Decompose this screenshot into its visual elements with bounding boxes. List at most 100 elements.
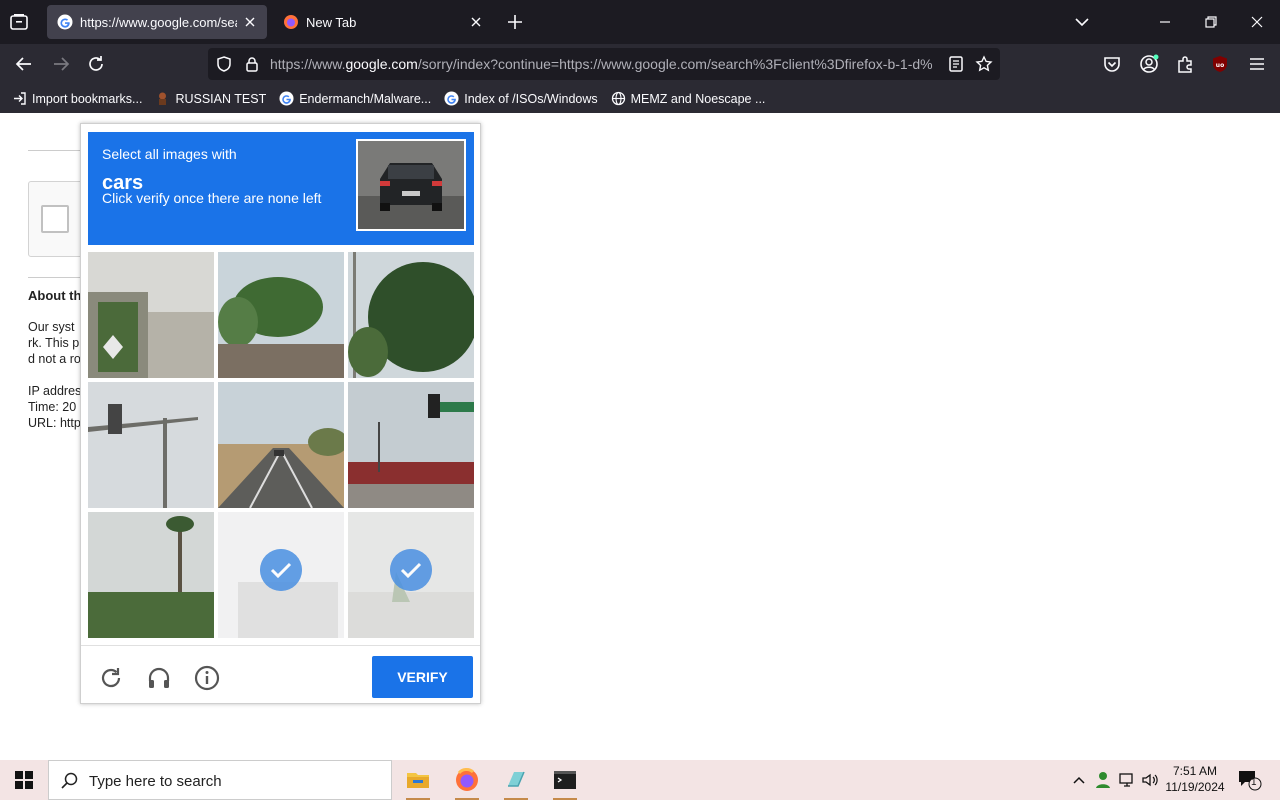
notification-count: 1 bbox=[1251, 777, 1257, 788]
page-text-line: d not a ro bbox=[28, 352, 81, 366]
forward-icon[interactable] bbox=[50, 53, 72, 75]
close-tab-icon[interactable] bbox=[469, 15, 483, 29]
taskbar-search[interactable]: Type here to search bbox=[48, 760, 392, 800]
tab-bar: https://www.google.com/search New Tab bbox=[0, 0, 1280, 44]
verify-button[interactable]: VERIFY bbox=[372, 656, 473, 698]
account-icon[interactable] bbox=[1138, 53, 1160, 75]
url-prefix: https://www. bbox=[270, 56, 346, 72]
divider bbox=[28, 277, 88, 278]
about-heading: About th bbox=[28, 288, 82, 303]
folder-icon bbox=[407, 773, 429, 788]
image-tile[interactable] bbox=[88, 512, 214, 638]
image-grid bbox=[88, 252, 474, 638]
clock-date: 11/19/2024 bbox=[1165, 780, 1225, 794]
bookmark-star-icon[interactable] bbox=[975, 55, 993, 73]
figure-icon bbox=[159, 92, 167, 105]
checkmark-icon bbox=[390, 549, 432, 591]
recaptcha-challenge: Select all images with cars Click verify… bbox=[80, 123, 481, 704]
close-tab-icon[interactable] bbox=[243, 15, 257, 29]
search-icon bbox=[61, 772, 78, 789]
image-tile[interactable] bbox=[218, 382, 344, 508]
taskbar-firefox[interactable] bbox=[451, 764, 483, 800]
bookmark-import[interactable]: Import bookmarks... bbox=[12, 91, 142, 106]
taskbar-clock[interactable]: 7:51 AM 11/19/2024 bbox=[1163, 763, 1227, 795]
bookmark-label: Endermanch/Malware... bbox=[299, 91, 432, 106]
lock-icon[interactable] bbox=[243, 55, 261, 73]
page-text-line: Time: 20 bbox=[28, 400, 77, 414]
bookmark-isos-windows[interactable]: Index of /ISOs/Windows bbox=[444, 91, 598, 106]
bookmark-endermanch-malware[interactable]: Endermanch/Malware... bbox=[279, 91, 431, 106]
audio-challenge-icon[interactable] bbox=[146, 665, 172, 691]
clock-time: 7:51 AM bbox=[1172, 764, 1218, 778]
tab-list-icon[interactable] bbox=[8, 11, 30, 33]
page-text-line: rk. This p bbox=[28, 336, 80, 350]
menu-icon[interactable] bbox=[1246, 53, 1268, 75]
info-icon[interactable] bbox=[194, 665, 220, 691]
navigation-toolbar: https://www.google.com/sorry/index?conti… bbox=[0, 44, 1280, 84]
reader-view-icon[interactable] bbox=[947, 55, 965, 73]
svg-text:uo: uo bbox=[1216, 62, 1224, 69]
page-text-line: IP addres bbox=[28, 384, 82, 398]
show-hidden-icons-icon[interactable] bbox=[1069, 770, 1089, 790]
start-button[interactable] bbox=[0, 760, 48, 800]
taskbar-terminal[interactable] bbox=[549, 764, 581, 800]
taskbar-app[interactable] bbox=[500, 764, 532, 800]
user-icon[interactable] bbox=[1093, 770, 1113, 790]
image-tile[interactable] bbox=[88, 382, 214, 508]
sample-car-image bbox=[356, 139, 466, 231]
tab-google-search[interactable]: https://www.google.com/search bbox=[47, 5, 267, 39]
image-tile[interactable] bbox=[88, 252, 214, 378]
volume-icon[interactable] bbox=[1140, 770, 1160, 790]
notification-icon bbox=[1239, 771, 1262, 791]
google-icon bbox=[57, 14, 73, 30]
tab-title: https://www.google.com/search bbox=[80, 14, 237, 30]
image-tile[interactable] bbox=[348, 252, 474, 378]
firefox-icon bbox=[456, 768, 478, 791]
image-tile-selected[interactable] bbox=[348, 512, 474, 638]
challenge-header: Select all images with cars Click verify… bbox=[88, 132, 474, 245]
url-bar[interactable]: https://www.google.com/sorry/index?conti… bbox=[208, 48, 1000, 80]
bookmark-label: Index of /ISOs/Windows bbox=[464, 91, 598, 106]
action-center-button[interactable]: 1 bbox=[1236, 768, 1262, 792]
reload-challenge-icon[interactable] bbox=[98, 665, 124, 691]
extensions-icon[interactable] bbox=[1174, 53, 1196, 75]
terminal-icon bbox=[554, 771, 576, 789]
taskbar-file-explorer[interactable] bbox=[402, 764, 434, 800]
image-tile-selected[interactable] bbox=[218, 512, 344, 638]
search-placeholder: Type here to search bbox=[89, 773, 222, 790]
recaptcha-checkbox[interactable] bbox=[41, 205, 69, 233]
tab-new-tab[interactable]: New Tab bbox=[273, 5, 493, 39]
image-tile[interactable] bbox=[348, 382, 474, 508]
back-icon[interactable] bbox=[13, 53, 35, 75]
minimize-icon[interactable] bbox=[1155, 12, 1175, 32]
firefox-icon bbox=[284, 15, 298, 29]
ublock-origin-icon[interactable]: uo bbox=[1209, 53, 1231, 75]
list-all-tabs-icon[interactable] bbox=[1072, 12, 1092, 32]
recaptcha-checkbox-widget[interactable] bbox=[28, 181, 88, 257]
url-text[interactable]: https://www.google.com/sorry/index?conti… bbox=[270, 56, 940, 72]
page-text-line: Our syst bbox=[28, 320, 75, 334]
new-tab-icon[interactable] bbox=[505, 12, 525, 32]
url-path: /sorry/index?continue=https://www.google… bbox=[417, 56, 933, 72]
bookmark-label: MEMZ and Noescape ... bbox=[630, 91, 766, 106]
divider bbox=[28, 150, 88, 151]
globe-icon bbox=[611, 91, 625, 106]
url-host: google.com bbox=[345, 56, 418, 72]
bookmarks-toolbar: Import bookmarks... RUSSIAN TEST Enderma… bbox=[0, 84, 1280, 113]
bookmark-russian-test[interactable]: RUSSIAN TEST bbox=[155, 91, 266, 106]
challenge-instruction: Select all images with bbox=[102, 146, 237, 162]
pocket-icon[interactable] bbox=[1101, 53, 1123, 75]
image-tile[interactable] bbox=[218, 252, 344, 378]
bookmark-memz-noescape[interactable]: MEMZ and Noescape ... bbox=[611, 91, 766, 106]
close-window-icon[interactable] bbox=[1247, 12, 1267, 32]
network-icon[interactable] bbox=[1117, 770, 1137, 790]
bookmark-label: RUSSIAN TEST bbox=[175, 91, 267, 106]
challenge-footer: VERIFY bbox=[81, 645, 480, 703]
reload-icon[interactable] bbox=[85, 53, 107, 75]
shield-icon[interactable] bbox=[215, 55, 233, 73]
app-icon bbox=[508, 771, 525, 787]
google-icon bbox=[279, 91, 294, 106]
page-text-line[interactable]: URL: http bbox=[28, 416, 81, 430]
restore-icon[interactable] bbox=[1201, 12, 1221, 32]
challenge-sub-instruction: Click verify once there are none left bbox=[102, 190, 322, 206]
